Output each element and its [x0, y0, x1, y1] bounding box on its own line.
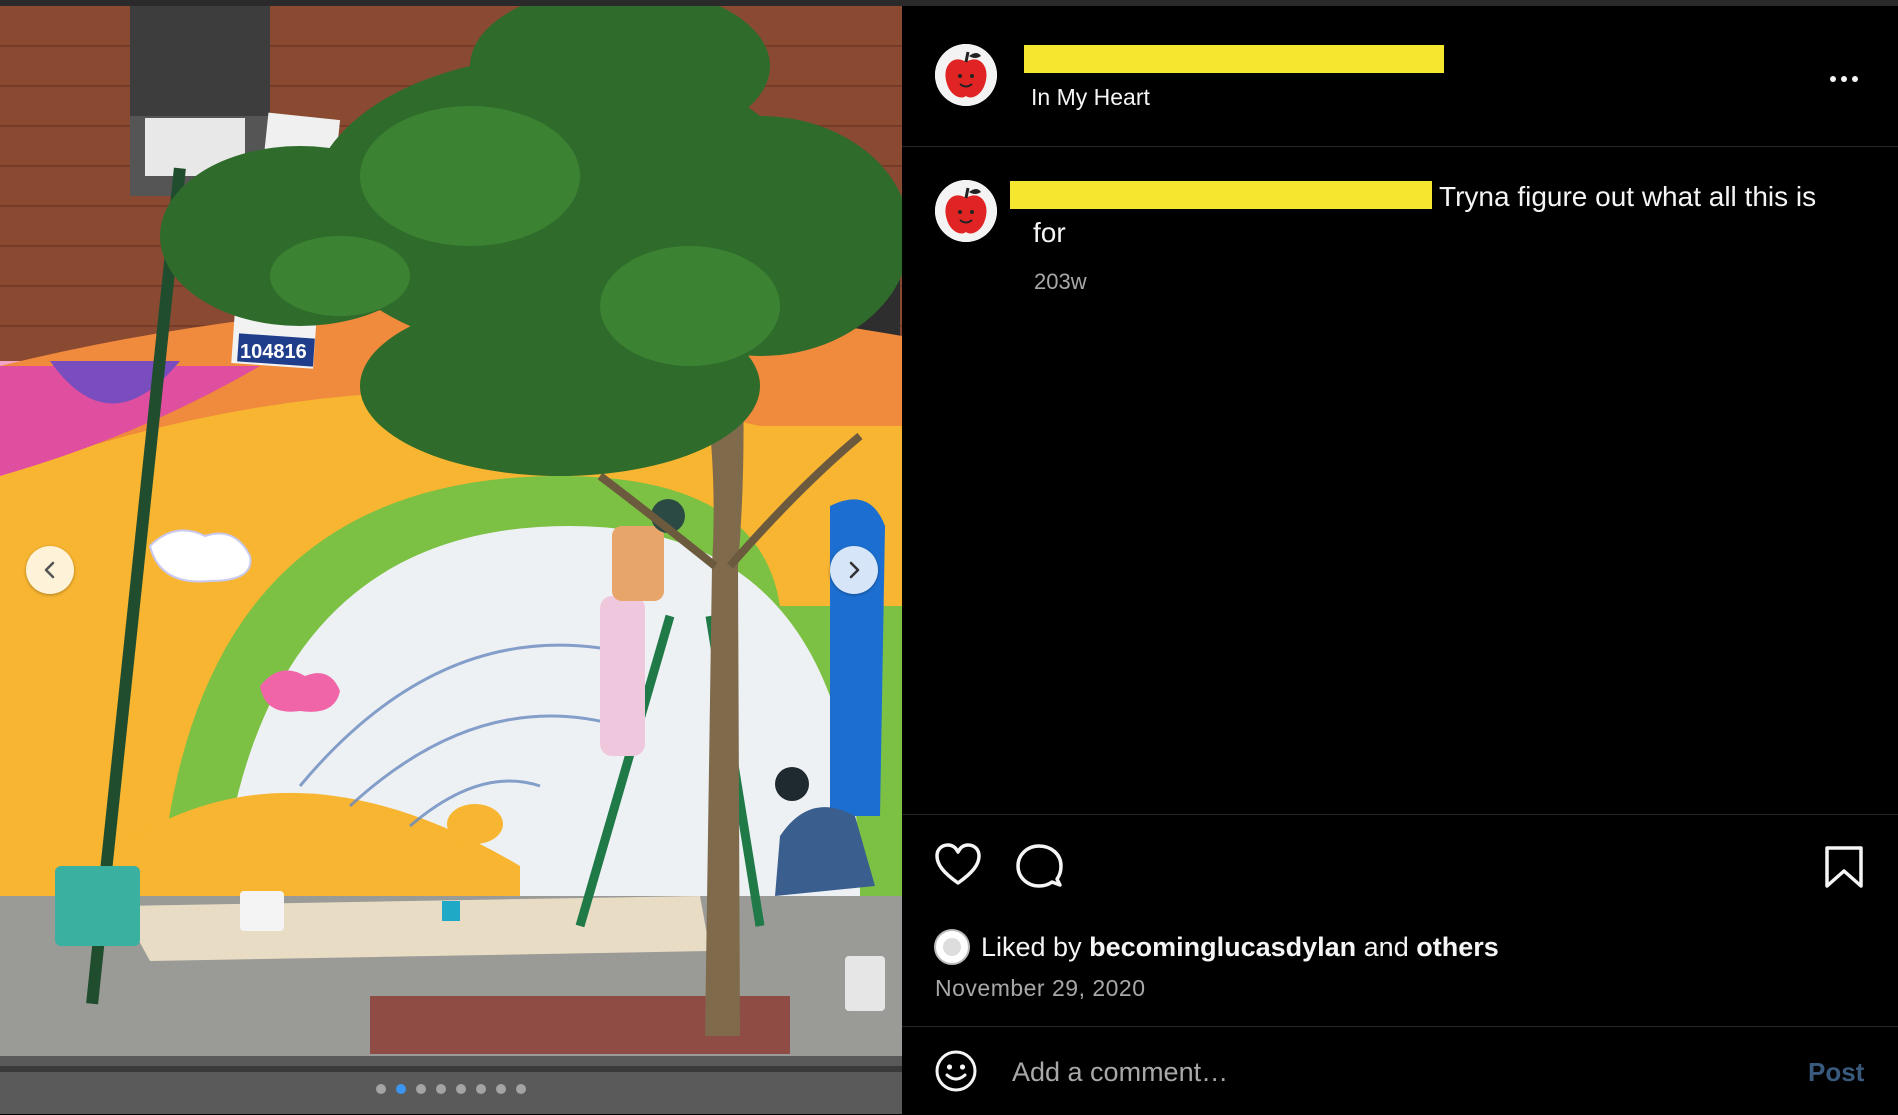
post-date[interactable]: November 29, 2020: [935, 975, 1146, 1002]
apple-avatar-icon: [935, 180, 997, 242]
carousel-prev-button[interactable]: [26, 546, 74, 594]
carousel-dot: [396, 1084, 406, 1094]
carousel-dot: [516, 1084, 526, 1094]
post-actions: Liked by becominglucasdylan and others N…: [902, 814, 1898, 1027]
speech-bubble-icon: [1016, 844, 1063, 888]
carousel-dot: [476, 1084, 486, 1094]
comment-input[interactable]: [1010, 1047, 1714, 1097]
liker-username-link[interactable]: becominglucasdylan: [1089, 932, 1356, 963]
smiley-icon: [935, 1050, 977, 1092]
emoji-button[interactable]: [934, 1049, 978, 1098]
heart-icon: [935, 843, 981, 885]
caption-text-continued: for: [1033, 217, 1066, 248]
caption-username-redacted: [1010, 181, 1432, 209]
carousel-next-button[interactable]: [830, 546, 878, 594]
post-location[interactable]: In My Heart: [1031, 84, 1150, 111]
chevron-left-icon: [44, 561, 55, 579]
dot-icon: [1852, 76, 1858, 82]
carousel-dot: [496, 1084, 506, 1094]
like-button[interactable]: [934, 843, 982, 892]
caption-timestamp[interactable]: 203w: [1034, 269, 1087, 295]
carousel-dot: [416, 1084, 426, 1094]
author-username-redacted: [1024, 45, 1444, 73]
caption-author-avatar[interactable]: [935, 180, 997, 242]
liked-by-and: and: [1356, 931, 1417, 962]
carousel-dot: [456, 1084, 466, 1094]
mural-photo: CHE 104816: [0, 6, 902, 1114]
sign-zone-number: 104816: [240, 341, 307, 363]
dot-icon: [1841, 76, 1847, 82]
dot-icon: [1830, 76, 1836, 82]
apple-avatar-icon: [935, 44, 997, 106]
chevron-right-icon: [849, 561, 860, 579]
carousel-dot: [436, 1084, 446, 1094]
carousel-dot: [376, 1084, 386, 1094]
author-avatar[interactable]: [935, 44, 997, 106]
post-side-panel: In My Heart Tryna figure out what all th…: [902, 6, 1898, 1114]
liked-by-others-link[interactable]: others: [1416, 932, 1499, 963]
liked-by: Liked by becominglucasdylan and others: [934, 929, 1499, 965]
more-options-button[interactable]: [1822, 61, 1866, 97]
comment-button[interactable]: [1015, 843, 1063, 894]
caption-block: Tryna figure out what all this is for 20…: [902, 147, 1898, 814]
comment-bar: Post: [902, 1026, 1898, 1115]
caption-text: Tryna figure out what all this is: [1439, 181, 1817, 212]
liker-avatar[interactable]: [934, 929, 970, 965]
bookmark-icon: [1825, 846, 1863, 888]
save-button[interactable]: [1824, 845, 1864, 894]
liked-by-prefix: Liked by: [981, 931, 1090, 962]
post-header: In My Heart: [902, 6, 1898, 147]
post-media[interactable]: CHE 104816: [0, 6, 902, 1114]
post-comment-button[interactable]: Post: [1808, 1057, 1864, 1088]
carousel-indicator: [376, 1084, 526, 1094]
